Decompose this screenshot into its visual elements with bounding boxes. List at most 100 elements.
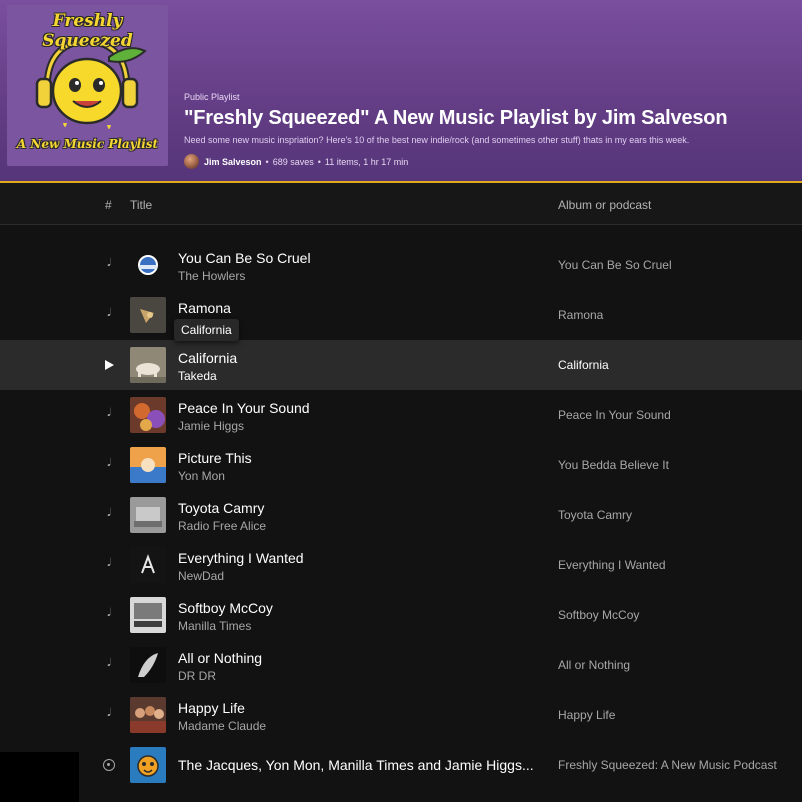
track-title[interactable]: Picture This <box>178 450 252 466</box>
podcast-row[interactable]: The Jacques, Yon Mon, Manilla Times and … <box>0 740 802 790</box>
track-artist[interactable]: Manilla Times <box>178 619 251 633</box>
album-art-image <box>130 297 166 333</box>
album-art-image <box>130 597 166 633</box>
album-art <box>130 547 166 583</box>
music-note-icon: 𝅘𝅥 <box>107 257 111 269</box>
album-art <box>130 297 166 333</box>
track-title[interactable]: All or Nothing <box>178 650 262 666</box>
playlist-stats: 11 items, 1 hr 17 min <box>324 156 409 167</box>
album-art <box>130 397 166 433</box>
track-artist[interactable]: Jamie Higgs <box>178 419 244 433</box>
track-title[interactable]: Toyota Camry <box>178 500 264 516</box>
track-album[interactable]: Everything I Wanted <box>558 558 666 572</box>
playlist-description: Need some new music inspriation? Here's … <box>184 135 690 145</box>
track-index: 𝅘𝅥 <box>100 607 118 623</box>
playlist-kind: Public Playlist <box>184 92 240 102</box>
track-album[interactable]: California <box>558 358 609 372</box>
track-index: 𝅘𝅥 <box>100 307 118 323</box>
track-album[interactable]: Softboy McCoy <box>558 608 639 622</box>
track-index: 𝅘𝅥 <box>100 407 118 423</box>
music-note-icon: 𝅘𝅥 <box>107 457 111 469</box>
playlist-title: "Freshly Squeezed" A New Music Playlist … <box>184 107 728 129</box>
track-row[interactable]: 𝅘𝅥 Happy Life Madame Claude Happy Life <box>0 690 802 740</box>
track-index: 𝅘𝅥 <box>100 457 118 473</box>
track-row-active[interactable]: California Takeda California <box>0 340 802 390</box>
track-row[interactable]: 𝅘𝅥 Toyota Camry Radio Free Alice Toyota … <box>0 490 802 540</box>
track-album[interactable]: You Can Be So Cruel <box>558 258 672 272</box>
track-album[interactable]: Peace In Your Sound <box>558 408 671 422</box>
track-index: 𝅘𝅥 <box>100 657 118 673</box>
music-note-icon: 𝅘𝅥 <box>107 707 111 719</box>
track-row[interactable]: 𝅘𝅥 You Can Be So Cruel The Howlers You C… <box>0 240 802 290</box>
byline-separator: • <box>265 156 269 167</box>
track-index[interactable] <box>100 357 118 373</box>
album-art <box>130 247 166 283</box>
playlist-cover-art[interactable]: Freshly Squeezed A New Music Playlist <box>7 5 168 166</box>
track-artist[interactable]: The Howlers <box>178 269 245 283</box>
album-art <box>130 497 166 533</box>
track-album[interactable]: You Bedda Believe It <box>558 458 669 472</box>
track-row[interactable]: 𝅘𝅥 Peace In Your Sound Jamie Higgs Peace… <box>0 390 802 440</box>
track-artist[interactable]: NewDad <box>178 569 224 583</box>
track-row[interactable]: 𝅘𝅥 Softboy McCoy Manilla Times Softboy M… <box>0 590 802 640</box>
play-icon[interactable] <box>104 360 114 370</box>
track-title[interactable]: California <box>178 350 237 366</box>
music-note-icon: 𝅘𝅥 <box>107 607 111 619</box>
cover-title-text: Freshly Squeezed <box>42 11 133 51</box>
track-title[interactable]: Ramona <box>178 300 231 316</box>
track-row[interactable]: 𝅘𝅥 Everything I Wanted NewDad Everything… <box>0 540 802 590</box>
album-art-image <box>130 447 166 483</box>
album-art-image <box>130 647 166 683</box>
track-title[interactable]: Peace In Your Sound <box>178 400 310 416</box>
album-art <box>130 697 166 733</box>
album-art-image <box>130 497 166 533</box>
track-artist[interactable]: DR DR <box>178 669 216 683</box>
playlist-header: Freshly Squeezed A New Music Playlist Pu… <box>0 0 802 182</box>
album-art-image <box>130 247 166 283</box>
track-row[interactable]: 𝅘𝅥 Ramona s Ramona <box>0 290 802 340</box>
byline-separator: • <box>317 156 321 167</box>
podcast-name[interactable]: Freshly Squeezed: A New Music Podcast <box>558 758 777 772</box>
track-index: 𝅘𝅥 <box>100 707 118 723</box>
window-edge <box>0 752 79 802</box>
track-album[interactable]: All or Nothing <box>558 658 630 672</box>
track-artist[interactable]: Yon Mon <box>178 469 225 483</box>
album-art-image <box>130 347 166 383</box>
track-index: 𝅘𝅥 <box>100 557 118 573</box>
album-art <box>130 597 166 633</box>
album-art <box>130 447 166 483</box>
music-note-icon: 𝅘𝅥 <box>107 557 111 569</box>
album-art <box>130 347 166 383</box>
episode-title[interactable]: The Jacques, Yon Mon, Manilla Times and … <box>178 757 534 773</box>
music-note-icon: 𝅘𝅥 <box>107 657 111 669</box>
track-index: 𝅘𝅥 <box>100 257 118 273</box>
album-art-image <box>130 747 166 783</box>
track-album[interactable]: Ramona <box>558 308 603 322</box>
album-art-image <box>130 397 166 433</box>
owner-avatar[interactable] <box>184 154 199 169</box>
column-number-header: # <box>105 198 112 212</box>
track-row[interactable]: 𝅘𝅥 All or Nothing DR DR All or Nothing <box>0 640 802 690</box>
music-note-icon: 𝅘𝅥 <box>107 307 111 319</box>
owner-name-link[interactable]: Jim Salveson <box>204 157 262 167</box>
album-art <box>130 747 166 783</box>
track-row[interactable]: 𝅘𝅥 Picture This Yon Mon You Bedda Believ… <box>0 440 802 490</box>
track-title[interactable]: You Can Be So Cruel <box>178 250 311 266</box>
track-title[interactable]: Softboy McCoy <box>178 600 273 616</box>
track-album[interactable]: Happy Life <box>558 708 615 722</box>
track-index <box>100 757 118 773</box>
playlist-byline: Jim Salveson • 689 saves • 11 items, 1 h… <box>184 154 794 169</box>
track-artist[interactable]: Radio Free Alice <box>178 519 266 533</box>
title-tooltip: California <box>174 319 239 341</box>
track-title[interactable]: Everything I Wanted <box>178 550 304 566</box>
track-album[interactable]: Toyota Camry <box>558 508 632 522</box>
column-album-header[interactable]: Album or podcast <box>558 198 651 212</box>
track-index: 𝅘𝅥 <box>100 507 118 523</box>
saves-count: 689 saves <box>272 156 314 167</box>
album-art-image <box>130 547 166 583</box>
track-artist[interactable]: Madame Claude <box>178 719 266 733</box>
track-artist[interactable]: Takeda <box>178 369 217 383</box>
column-title-header[interactable]: Title <box>130 198 152 212</box>
playlist-meta: Public Playlist "Freshly Squeezed" A New… <box>184 92 794 169</box>
track-title[interactable]: Happy Life <box>178 700 245 716</box>
